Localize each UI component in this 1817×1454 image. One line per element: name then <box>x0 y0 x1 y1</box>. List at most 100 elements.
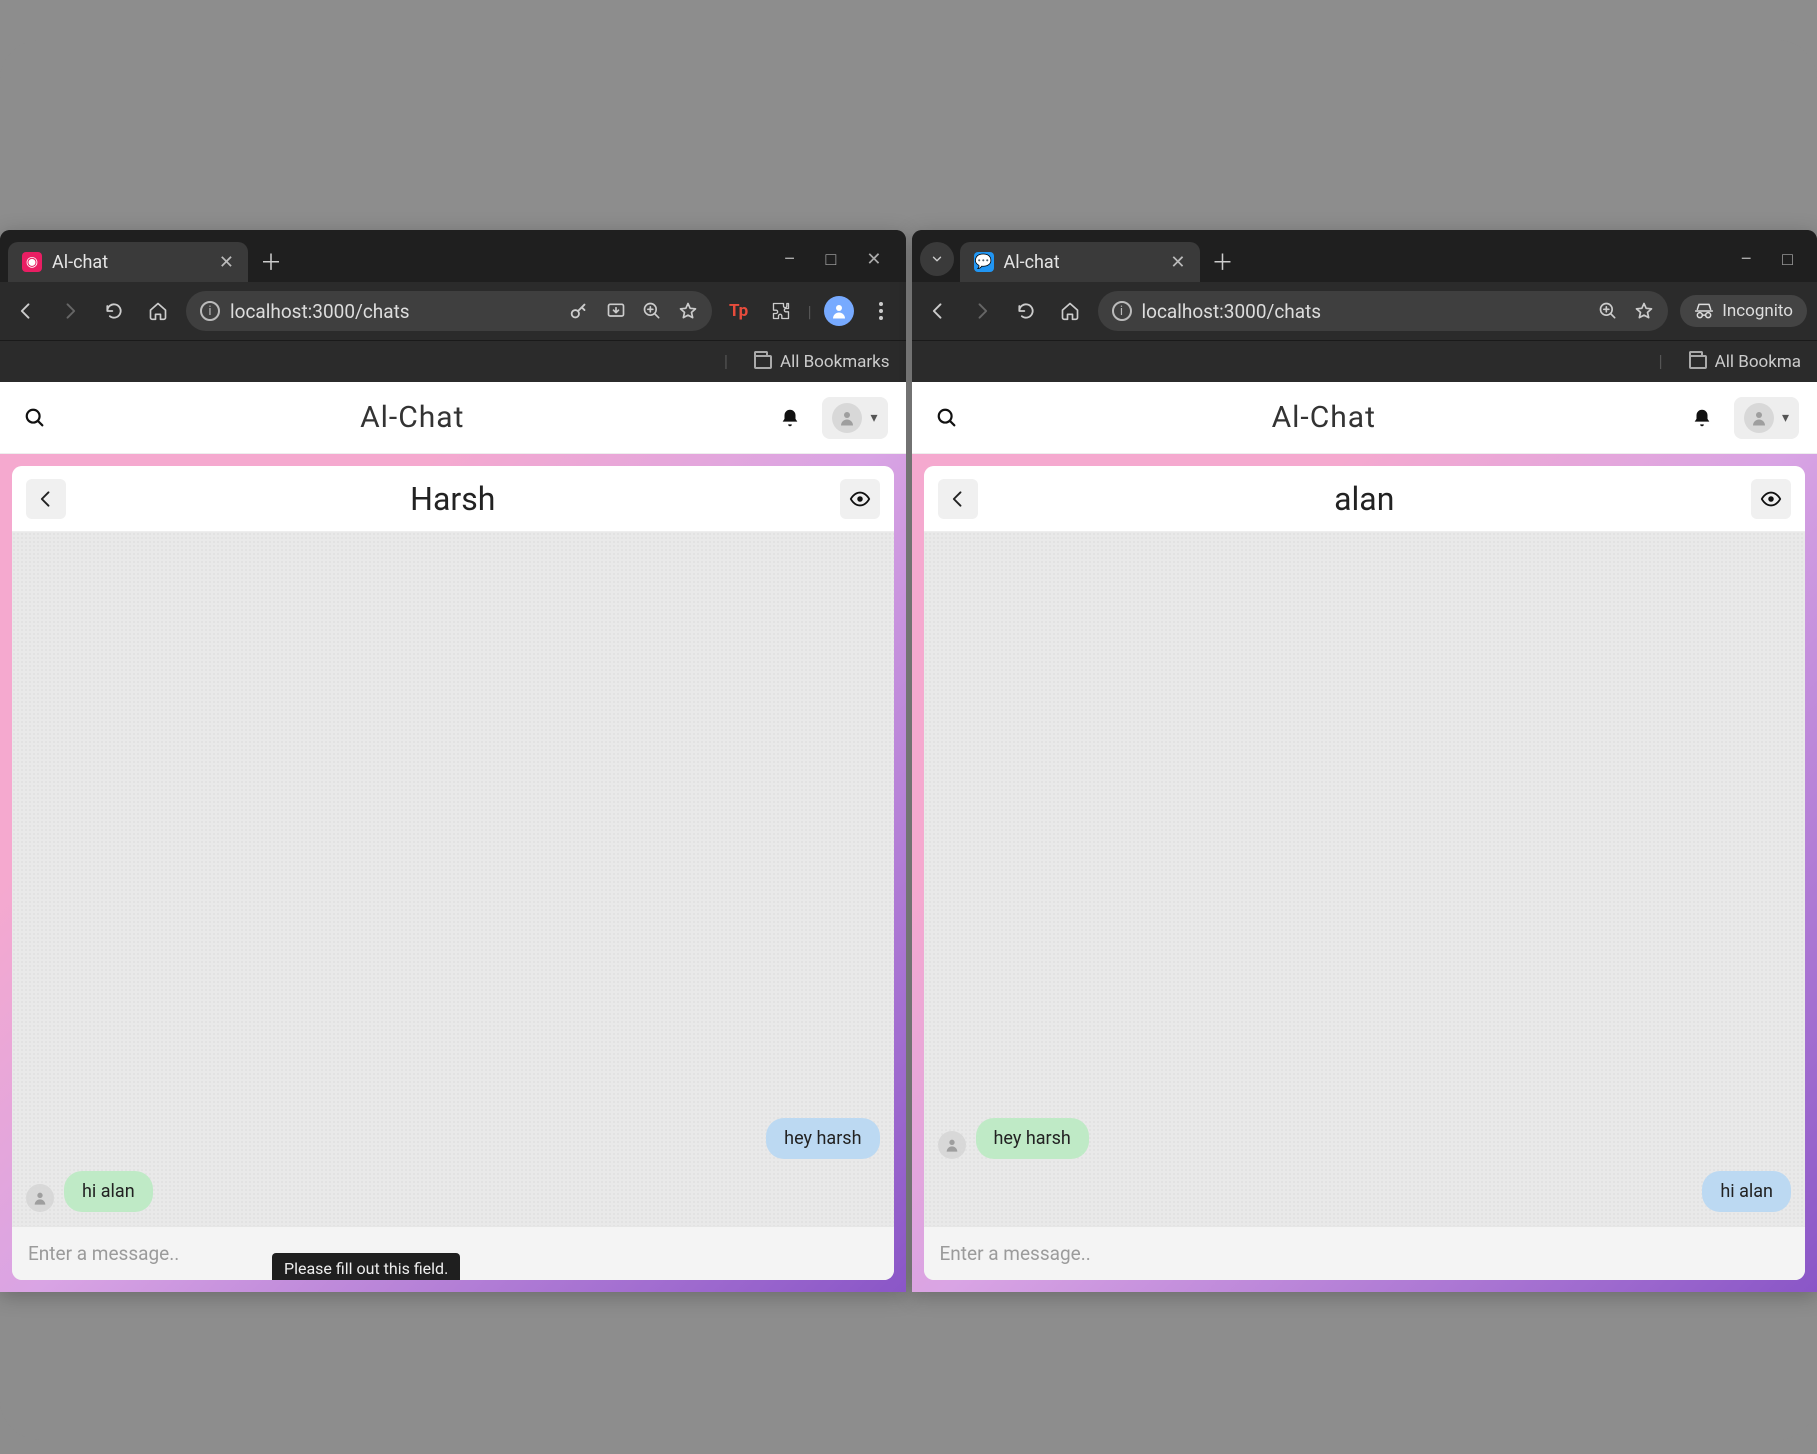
separator: | <box>724 352 728 372</box>
browser-toolbar: i localhost:3000/chats <box>912 282 1817 340</box>
kebab-menu-icon[interactable] <box>866 296 896 326</box>
browser-tab[interactable]: ◉ Al-chat ✕ <box>8 242 248 282</box>
bookmarks-bar: | All Bookma <box>912 340 1817 382</box>
back-button[interactable] <box>10 295 42 327</box>
separator: | <box>1659 352 1663 372</box>
chat-gradient-frame: alan hey harsh <box>912 454 1817 1292</box>
message-input[interactable] <box>940 1242 1790 1265</box>
tab-favicon: ◉ <box>22 252 42 272</box>
address-bar[interactable]: i localhost:3000/chats <box>186 291 712 331</box>
reload-button[interactable] <box>1010 295 1042 327</box>
browser-window-right: 💬 Al-chat ✕ ＋ – □ <box>912 230 1817 1292</box>
browser-toolbar: i localhost:3000/chats <box>0 282 906 340</box>
browser-tab[interactable]: 💬 Al-chat ✕ <box>960 242 1200 282</box>
install-app-icon[interactable] <box>606 301 626 321</box>
window-controls: – □ ✕ <box>784 249 898 270</box>
chat-header: alan <box>924 466 1806 532</box>
extensions-puzzle-icon[interactable] <box>766 296 796 326</box>
chat-peer-name: alan <box>992 480 1738 518</box>
search-button[interactable] <box>930 401 964 435</box>
message-bubble: hey harsh <box>976 1118 1089 1159</box>
profile-menu[interactable]: ▾ <box>822 397 887 439</box>
search-button[interactable] <box>18 401 52 435</box>
message-input-row <box>924 1226 1806 1280</box>
chevron-down-icon: ▾ <box>1782 410 1789 426</box>
message-avatar-icon <box>938 1131 966 1159</box>
separator: | <box>808 302 812 321</box>
zoom-icon[interactable] <box>642 301 662 321</box>
page-viewport: Al-Chat ▾ <box>912 382 1817 1292</box>
minimize-button[interactable]: – <box>784 249 796 270</box>
chat-header: Harsh <box>12 466 894 532</box>
chat-back-button[interactable] <box>26 479 66 519</box>
forward-button[interactable] <box>966 295 998 327</box>
new-tab-button[interactable]: ＋ <box>254 244 288 278</box>
bookmark-star-icon[interactable] <box>1634 301 1654 321</box>
maximize-button[interactable]: □ <box>826 249 837 270</box>
reload-button[interactable] <box>98 295 130 327</box>
browser-windows-row: ◉ Al-chat ✕ ＋ – □ ✕ <box>0 230 1817 1292</box>
user-avatar-icon <box>1744 403 1774 433</box>
incognito-badge[interactable]: Incognito <box>1680 295 1807 327</box>
notifications-button[interactable] <box>772 400 808 436</box>
maximize-button[interactable]: □ <box>1782 249 1793 270</box>
chevron-down-icon: ▾ <box>870 410 877 426</box>
extension-tp-icon[interactable]: Tp <box>724 296 754 326</box>
all-bookmarks-button[interactable]: All Bookmarks <box>754 352 889 372</box>
chat-gradient-frame: Harsh hey harsh <box>0 454 906 1292</box>
message-bubble: hey harsh <box>766 1118 879 1159</box>
address-bar[interactable]: i localhost:3000/chats <box>1098 291 1669 331</box>
all-bookmarks-label: All Bookma <box>1715 352 1801 372</box>
message-bubble: hi alan <box>64 1171 153 1212</box>
page-viewport: Al-Chat ▾ <box>0 382 906 1292</box>
password-key-icon[interactable] <box>568 300 590 322</box>
tab-search-dropdown[interactable] <box>920 242 954 276</box>
tab-favicon: 💬 <box>974 252 994 272</box>
visibility-button[interactable] <box>840 479 880 519</box>
new-tab-button[interactable]: ＋ <box>1206 244 1240 278</box>
messages-list[interactable]: hey harsh hi alan <box>12 532 894 1226</box>
message-row: hey harsh <box>26 1118 880 1159</box>
back-button[interactable] <box>922 295 954 327</box>
message-row: hey harsh <box>938 1118 1792 1159</box>
browser-window-left: ◉ Al-chat ✕ ＋ – □ ✕ <box>0 230 906 1292</box>
zoom-icon[interactable] <box>1598 301 1618 321</box>
site-info-icon[interactable]: i <box>1112 301 1132 321</box>
message-avatar-icon <box>26 1184 54 1212</box>
minimize-button[interactable]: – <box>1740 249 1752 270</box>
chat-card: Harsh hey harsh <box>12 466 894 1280</box>
app-title: Al-Chat <box>66 400 758 435</box>
app-header: Al-Chat ▾ <box>912 382 1817 454</box>
home-button[interactable] <box>142 295 174 327</box>
visibility-button[interactable] <box>1751 479 1791 519</box>
site-info-icon[interactable]: i <box>200 301 220 321</box>
message-row: hi alan <box>938 1171 1792 1212</box>
app-header: Al-Chat ▾ <box>0 382 906 454</box>
chat-card: alan hey harsh <box>924 466 1806 1280</box>
chat-peer-name: Harsh <box>80 480 826 518</box>
url-text: localhost:3000/chats <box>1142 300 1322 323</box>
folder-icon <box>754 355 772 369</box>
tab-close-icon[interactable]: ✕ <box>1170 252 1185 273</box>
message-bubble: hi alan <box>1702 1171 1791 1212</box>
tab-strip: 💬 Al-chat ✕ ＋ – □ <box>912 230 1817 282</box>
messages-list[interactable]: hey harsh hi alan <box>924 532 1806 1226</box>
tab-title: Al-chat <box>52 252 108 273</box>
home-button[interactable] <box>1054 295 1086 327</box>
bookmark-star-icon[interactable] <box>678 301 698 321</box>
profile-menu[interactable]: ▾ <box>1734 397 1799 439</box>
app-title: Al-Chat <box>978 400 1670 435</box>
forward-button[interactable] <box>54 295 86 327</box>
bookmarks-bar: | All Bookmarks <box>0 340 906 382</box>
notifications-button[interactable] <box>1684 400 1720 436</box>
all-bookmarks-label: All Bookmarks <box>780 352 889 372</box>
url-text: localhost:3000/chats <box>230 300 410 323</box>
user-avatar-icon <box>832 403 862 433</box>
folder-icon <box>1689 355 1707 369</box>
window-controls: – □ <box>1740 249 1809 270</box>
close-window-button[interactable]: ✕ <box>866 249 881 270</box>
all-bookmarks-button[interactable]: All Bookma <box>1689 352 1801 372</box>
chat-back-button[interactable] <box>938 479 978 519</box>
tab-close-icon[interactable]: ✕ <box>219 252 234 273</box>
profile-avatar-icon[interactable] <box>824 296 854 326</box>
